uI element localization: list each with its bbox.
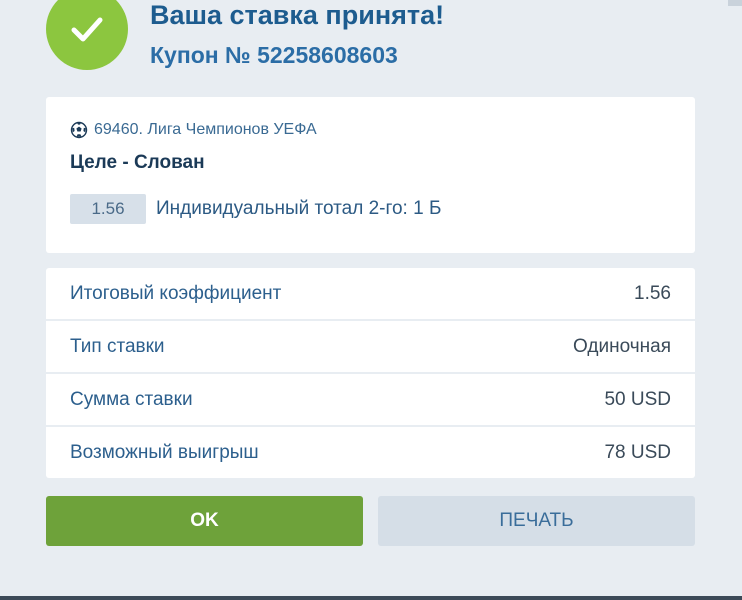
success-check-icon (46, 0, 128, 70)
bet-selection: 1.56 Индивидуальный тотал 2-го: 1 Б (70, 194, 441, 224)
summary-row-stake: Сумма ставки 50 USD (46, 374, 695, 425)
summary-row-possible-win: Возможный выигрыш 78 USD (46, 427, 695, 478)
bet-summary: Итоговый коэффициент 1.56 Тип ставки Оди… (46, 268, 695, 478)
league-name: 69460. Лига Чемпионов УЕФА (94, 121, 317, 138)
dialog-title: Ваша ставка принята! (150, 0, 445, 30)
close-icon[interactable] (728, 0, 742, 6)
ok-button[interactable]: OK (46, 496, 363, 546)
print-button[interactable]: ПЕЧАТЬ (378, 496, 695, 546)
summary-label: Тип ставки (70, 335, 165, 357)
soccer-ball-icon (70, 121, 88, 139)
odds-badge: 1.56 (70, 194, 146, 224)
bet-accepted-dialog: Ваша ставка принята! Купон № 52258608603… (0, 0, 742, 600)
bet-description: Индивидуальный тотал 2-го: 1 Б (156, 198, 442, 219)
coupon-number: Купон № 52258608603 (150, 42, 398, 68)
dialog-actions: OK ПЕЧАТЬ (46, 496, 695, 546)
summary-label: Сумма ставки (70, 388, 193, 410)
summary-label: Итоговый коэффициент (70, 282, 282, 304)
summary-value: 1.56 (634, 282, 671, 304)
summary-label: Возможный выигрыш (70, 441, 259, 463)
league-row: 69460. Лига Чемпионов УЕФА (70, 121, 317, 139)
summary-value: 78 USD (604, 441, 671, 463)
summary-row-bet-type: Тип ставки Одиночная (46, 321, 695, 372)
summary-value: Одиночная (573, 335, 671, 357)
summary-value: 50 USD (604, 388, 671, 410)
match-name: Целе - Слован (70, 152, 205, 173)
event-card: 69460. Лига Чемпионов УЕФА Целе - Слован… (46, 97, 695, 253)
window-bottom-edge (0, 596, 742, 600)
summary-row-total-odds: Итоговый коэффициент 1.56 (46, 268, 695, 319)
